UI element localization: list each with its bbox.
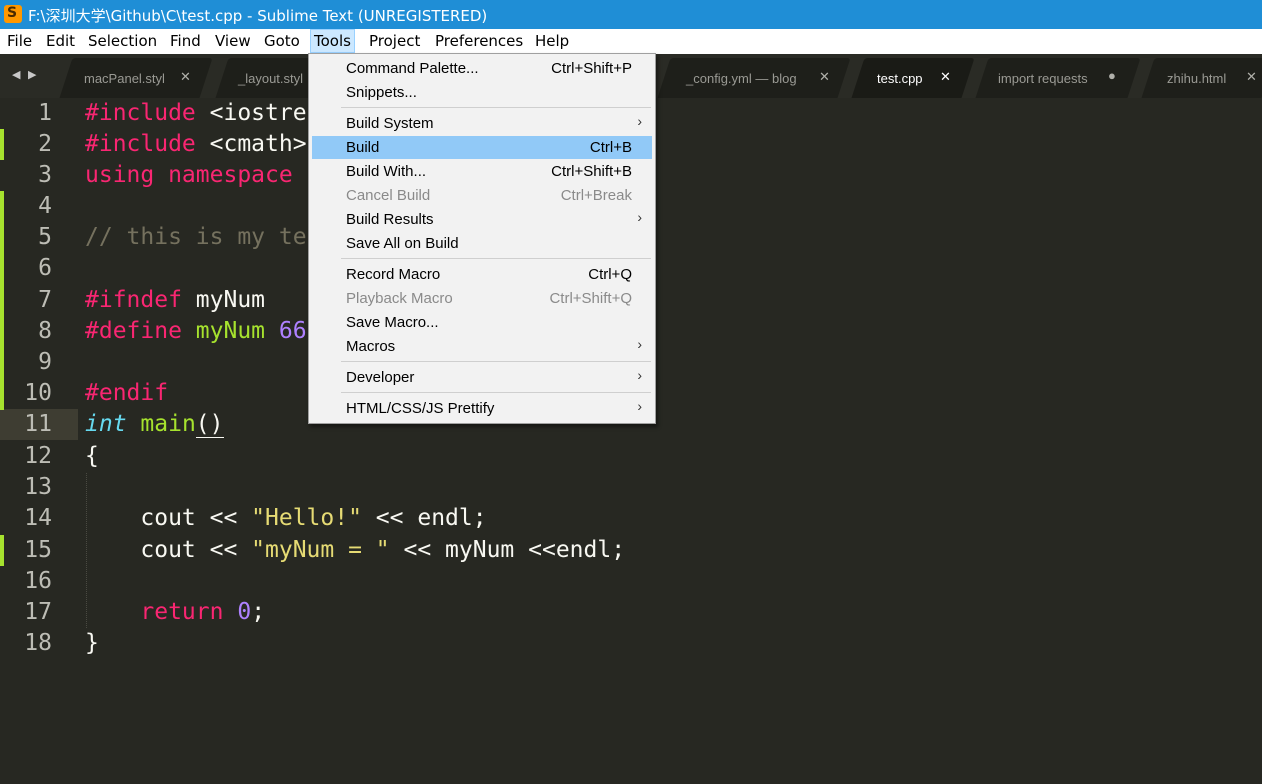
menu-project[interactable]: Project [366, 30, 423, 53]
line-number: 12 [24, 443, 52, 469]
menu-goto[interactable]: Goto [261, 30, 303, 53]
tab-import-requests[interactable]: import requests ● [975, 58, 1141, 98]
window-title: F:\深圳大学\Github\C\test.cpp - Sublime Text… [28, 7, 488, 25]
submenu-arrow-icon: › [637, 113, 642, 129]
tab-label: test.cpp [877, 71, 923, 86]
code-line-7: #ifndef myNum [85, 287, 266, 313]
menu-separator [341, 392, 651, 393]
tab-layout[interactable]: _layout.styl ✕ [215, 58, 333, 98]
menu-separator [341, 107, 651, 108]
sublime-app-icon[interactable]: S [4, 5, 22, 23]
menu-preferences[interactable]: Preferences [432, 30, 526, 53]
tools-dropdown-menu: Command Palette... Ctrl+Shift+P Snippets.… [308, 53, 656, 424]
code-line-14: cout << "Hello!" << endl; [85, 505, 487, 531]
menu-build-system[interactable]: Build System › [312, 112, 652, 135]
line-number: 1 [38, 100, 52, 126]
menu-command-palette[interactable]: Command Palette... Ctrl+Shift+P [312, 57, 652, 80]
tab-label: zhihu.html [1167, 71, 1227, 86]
menu-build-with[interactable]: Build With... Ctrl+Shift+B [312, 160, 652, 183]
tab-label: _config.yml — blog [686, 71, 797, 86]
tab-close-icon[interactable]: ✕ [940, 69, 951, 85]
tab-zhihu-html[interactable]: zhihu.html ✕ [1141, 58, 1262, 98]
code-line-10: #endif [85, 380, 169, 406]
line-number: 4 [38, 193, 52, 219]
menu-save-all-on-build[interactable]: Save All on Build [312, 232, 652, 255]
submenu-arrow-icon: › [637, 336, 642, 352]
line-number: 10 [24, 380, 52, 406]
line-number: 8 [38, 318, 52, 344]
menu-find[interactable]: Find [167, 30, 204, 53]
tab-config-yml[interactable]: _config.yml — blog ✕ [657, 58, 851, 98]
code-line-18: } [85, 630, 99, 656]
tab-label: macPanel.styl [84, 71, 165, 86]
menu-selection[interactable]: Selection [85, 30, 160, 53]
menu-html-css-js-prettify[interactable]: HTML/CSS/JS Prettify › [312, 397, 652, 420]
menu-file[interactable]: File [4, 30, 35, 53]
code-line-1: #include <iostre [85, 100, 307, 126]
unsaved-dot-icon[interactable]: ● [1108, 68, 1116, 83]
submenu-arrow-icon: › [637, 398, 642, 414]
line-number: 11 [24, 411, 52, 437]
line-number: 17 [24, 599, 52, 625]
menu-build[interactable]: Build Ctrl+B [312, 136, 652, 159]
line-number: 16 [24, 568, 52, 594]
tab-close-icon[interactable]: ✕ [1246, 69, 1257, 85]
line-number: 5 [38, 224, 52, 250]
line-number: 14 [24, 505, 52, 531]
code-line-3: using namespace st [85, 162, 334, 188]
menu-playback-macro: Playback Macro Ctrl+Shift+Q [346, 290, 632, 307]
menu-edit[interactable]: Edit [43, 30, 78, 53]
tab-test-cpp[interactable]: test.cpp ✕ [851, 58, 975, 98]
tab-macpanel[interactable]: macPanel.styl ✕ [59, 58, 213, 98]
code-line-17: return 0; [140, 599, 266, 625]
menu-cancel-build: Cancel Build Ctrl+Break [346, 187, 632, 204]
line-number: 2 [38, 131, 52, 157]
line-number: 18 [24, 630, 52, 656]
menu-tools[interactable]: Tools [310, 29, 355, 53]
tab-label: import requests [998, 71, 1088, 86]
submenu-arrow-icon: › [637, 209, 642, 225]
menu-separator [341, 361, 651, 362]
menu-snippets[interactable]: Snippets... [312, 81, 652, 104]
menu-view[interactable]: View [212, 30, 254, 53]
menu-save-macro[interactable]: Save Macro... [312, 311, 652, 334]
line-number: 3 [38, 162, 52, 188]
menu-build-results[interactable]: Build Results › [312, 208, 652, 231]
line-number: 7 [38, 287, 52, 313]
menu-macros[interactable]: Macros › [312, 335, 652, 358]
title-bar: S F:\深圳大学\Github\C\test.cpp - Sublime Te… [0, 0, 1262, 29]
submenu-arrow-icon: › [637, 367, 642, 383]
menu-bar: File Edit Selection Find View Goto Tools… [0, 29, 1262, 54]
tab-close-icon[interactable]: ✕ [819, 69, 830, 85]
code-line-5: // this is my te [85, 224, 307, 250]
menu-help[interactable]: Help [532, 30, 572, 53]
tab-label: _layout.styl [238, 71, 304, 86]
tab-close-icon[interactable]: ✕ [180, 69, 191, 85]
code-line-15: cout << "myNum = " << myNum <<endl; [85, 537, 626, 563]
code-line-2: #include <cmath> [85, 131, 307, 157]
tab-nav-arrows-icon[interactable]: ◀ ▶ [12, 68, 38, 81]
line-number: 9 [38, 349, 52, 375]
menu-separator [341, 258, 651, 259]
line-number: 13 [24, 474, 52, 500]
menu-record-macro[interactable]: Record Macro Ctrl+Q [312, 263, 652, 286]
code-line-12: { [85, 443, 99, 469]
menu-developer[interactable]: Developer › [312, 366, 652, 389]
code-line-8: #define myNum 66 [85, 318, 307, 344]
line-number: 6 [38, 255, 52, 281]
line-number: 15 [24, 537, 52, 563]
code-line-11: int main() [85, 411, 224, 438]
